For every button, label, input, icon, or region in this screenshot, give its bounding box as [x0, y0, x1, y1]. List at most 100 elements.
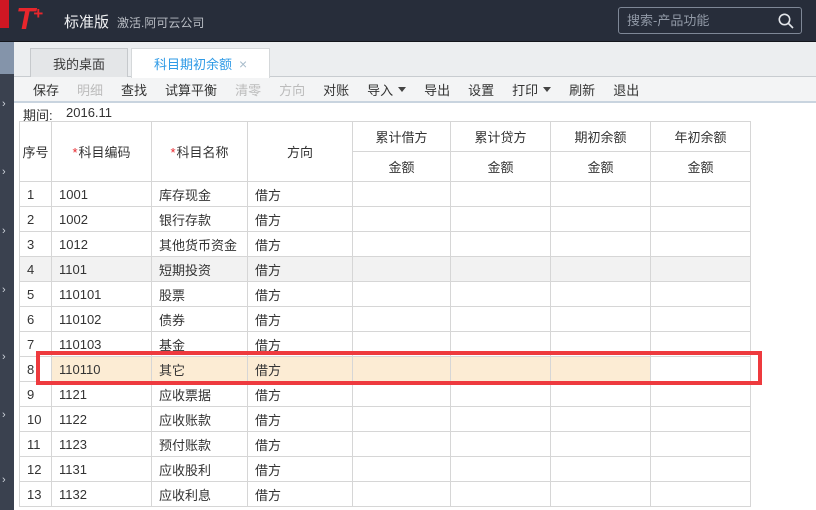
- cell-accum-credit[interactable]: [450, 431, 551, 457]
- cell-opening-balance[interactable]: [550, 381, 651, 407]
- cell-direction[interactable]: 借方: [247, 206, 353, 232]
- cell-opening-balance[interactable]: [550, 181, 651, 207]
- tab-0[interactable]: 我的桌面: [30, 48, 129, 77]
- cell-account-name[interactable]: 应收票据: [151, 381, 248, 407]
- cell-seq[interactable]: 9: [19, 381, 52, 407]
- cell-accum-debit[interactable]: [352, 456, 451, 482]
- cell-direction[interactable]: 借方: [247, 181, 353, 207]
- cell-account-code[interactable]: 110102: [51, 306, 152, 332]
- cell-account-code[interactable]: 1122: [51, 406, 152, 432]
- cell-accum-credit[interactable]: [450, 481, 551, 507]
- cell-direction[interactable]: 借方: [247, 431, 353, 457]
- cell-account-name[interactable]: 其他货币资金: [151, 231, 248, 257]
- toolbar-button[interactable]: 对账: [314, 80, 358, 99]
- cell-accum-debit[interactable]: [352, 256, 451, 282]
- cell-account-name[interactable]: 基金: [151, 331, 248, 357]
- cell-accum-credit[interactable]: [450, 181, 551, 207]
- cell-account-code[interactable]: 1121: [51, 381, 152, 407]
- cell-year-begin-balance[interactable]: [650, 481, 751, 507]
- cell-seq[interactable]: 7: [19, 331, 52, 357]
- cell-accum-debit[interactable]: [352, 331, 451, 357]
- search-input[interactable]: [627, 9, 772, 32]
- cell-year-begin-balance[interactable]: [650, 456, 751, 482]
- cell-account-name[interactable]: 预付账款: [151, 431, 248, 457]
- cell-accum-credit[interactable]: [450, 381, 551, 407]
- cell-account-code[interactable]: 1001: [51, 181, 152, 207]
- search-icon[interactable]: [777, 12, 795, 35]
- chevron-right-icon[interactable]: ›: [2, 350, 14, 364]
- cell-accum-credit[interactable]: [450, 356, 551, 382]
- cell-opening-balance[interactable]: [550, 281, 651, 307]
- chevron-right-icon[interactable]: ›: [2, 224, 14, 238]
- cell-accum-debit[interactable]: [352, 231, 451, 257]
- cell-account-name[interactable]: 短期投资: [151, 256, 248, 282]
- cell-account-name[interactable]: 应收利息: [151, 481, 248, 507]
- cell-year-begin-balance[interactable]: [650, 306, 751, 332]
- tab-1[interactable]: 科目期初余额 ×: [131, 48, 271, 78]
- chevron-right-icon[interactable]: ›: [2, 165, 14, 179]
- cell-opening-balance[interactable]: [550, 306, 651, 332]
- cell-direction[interactable]: 借方: [247, 281, 353, 307]
- cell-account-name[interactable]: 银行存款: [151, 206, 248, 232]
- cell-seq[interactable]: 5: [19, 281, 52, 307]
- cell-seq[interactable]: 10: [19, 406, 52, 432]
- cell-year-begin-balance[interactable]: [650, 256, 751, 282]
- cell-account-code[interactable]: 1101: [51, 256, 152, 282]
- cell-opening-balance[interactable]: [550, 356, 651, 382]
- cell-seq[interactable]: 11: [19, 431, 52, 457]
- cell-accum-debit[interactable]: [352, 306, 451, 332]
- cell-accum-credit[interactable]: [450, 281, 551, 307]
- cell-direction[interactable]: 借方: [247, 456, 353, 482]
- cell-year-begin-balance[interactable]: [650, 281, 751, 307]
- toolbar-button[interactable]: 试算平衡: [156, 80, 226, 99]
- cell-direction[interactable]: 借方: [247, 331, 353, 357]
- chevron-right-icon[interactable]: ›: [2, 408, 14, 422]
- cell-account-code[interactable]: 110110: [51, 356, 152, 382]
- cell-direction[interactable]: 借方: [247, 356, 353, 382]
- cell-opening-balance[interactable]: [550, 231, 651, 257]
- cell-account-code[interactable]: 1131: [51, 456, 152, 482]
- cell-accum-debit[interactable]: [352, 381, 451, 407]
- cell-direction[interactable]: 借方: [247, 481, 353, 507]
- cell-account-code[interactable]: 1012: [51, 231, 152, 257]
- cell-seq[interactable]: 8: [19, 356, 52, 382]
- cell-seq[interactable]: 2: [19, 206, 52, 232]
- product-search-box[interactable]: [618, 7, 802, 34]
- cell-account-code[interactable]: 1002: [51, 206, 152, 232]
- cell-account-name[interactable]: 股票: [151, 281, 248, 307]
- chevron-right-icon[interactable]: ›: [2, 97, 14, 111]
- collapsed-sidebar[interactable]: › › › › › › ›: [0, 42, 14, 510]
- cell-accum-credit[interactable]: [450, 306, 551, 332]
- cell-direction[interactable]: 借方: [247, 306, 353, 332]
- cell-accum-debit[interactable]: [352, 431, 451, 457]
- cell-seq[interactable]: 1: [19, 181, 52, 207]
- cell-seq[interactable]: 13: [19, 481, 52, 507]
- chevron-right-icon[interactable]: ›: [2, 283, 14, 297]
- cell-year-begin-balance[interactable]: [650, 356, 751, 382]
- cell-account-code[interactable]: 1123: [51, 431, 152, 457]
- cell-account-name[interactable]: 其它: [151, 356, 248, 382]
- cell-opening-balance[interactable]: [550, 406, 651, 432]
- cell-account-code[interactable]: 110103: [51, 331, 152, 357]
- cell-accum-debit[interactable]: [352, 181, 451, 207]
- cell-year-begin-balance[interactable]: [650, 406, 751, 432]
- cell-accum-debit[interactable]: [352, 206, 451, 232]
- chevron-right-icon[interactable]: ›: [2, 473, 14, 487]
- cell-year-begin-balance[interactable]: [650, 431, 751, 457]
- cell-opening-balance[interactable]: [550, 431, 651, 457]
- cell-direction[interactable]: 借方: [247, 256, 353, 282]
- cell-year-begin-balance[interactable]: [650, 206, 751, 232]
- cell-account-name[interactable]: 应收股利: [151, 456, 248, 482]
- toolbar-button[interactable]: 设置: [459, 80, 503, 99]
- toolbar-button[interactable]: 保存: [24, 80, 68, 99]
- cell-account-code[interactable]: 110101: [51, 281, 152, 307]
- cell-year-begin-balance[interactable]: [650, 331, 751, 357]
- toolbar-button[interactable]: 退出: [604, 80, 648, 99]
- cell-year-begin-balance[interactable]: [650, 181, 751, 207]
- toolbar-button[interactable]: 打印: [503, 80, 560, 99]
- cell-year-begin-balance[interactable]: [650, 381, 751, 407]
- toolbar-button[interactable]: 刷新: [560, 80, 604, 99]
- cell-direction[interactable]: 借方: [247, 231, 353, 257]
- cell-direction[interactable]: 借方: [247, 406, 353, 432]
- cell-opening-balance[interactable]: [550, 331, 651, 357]
